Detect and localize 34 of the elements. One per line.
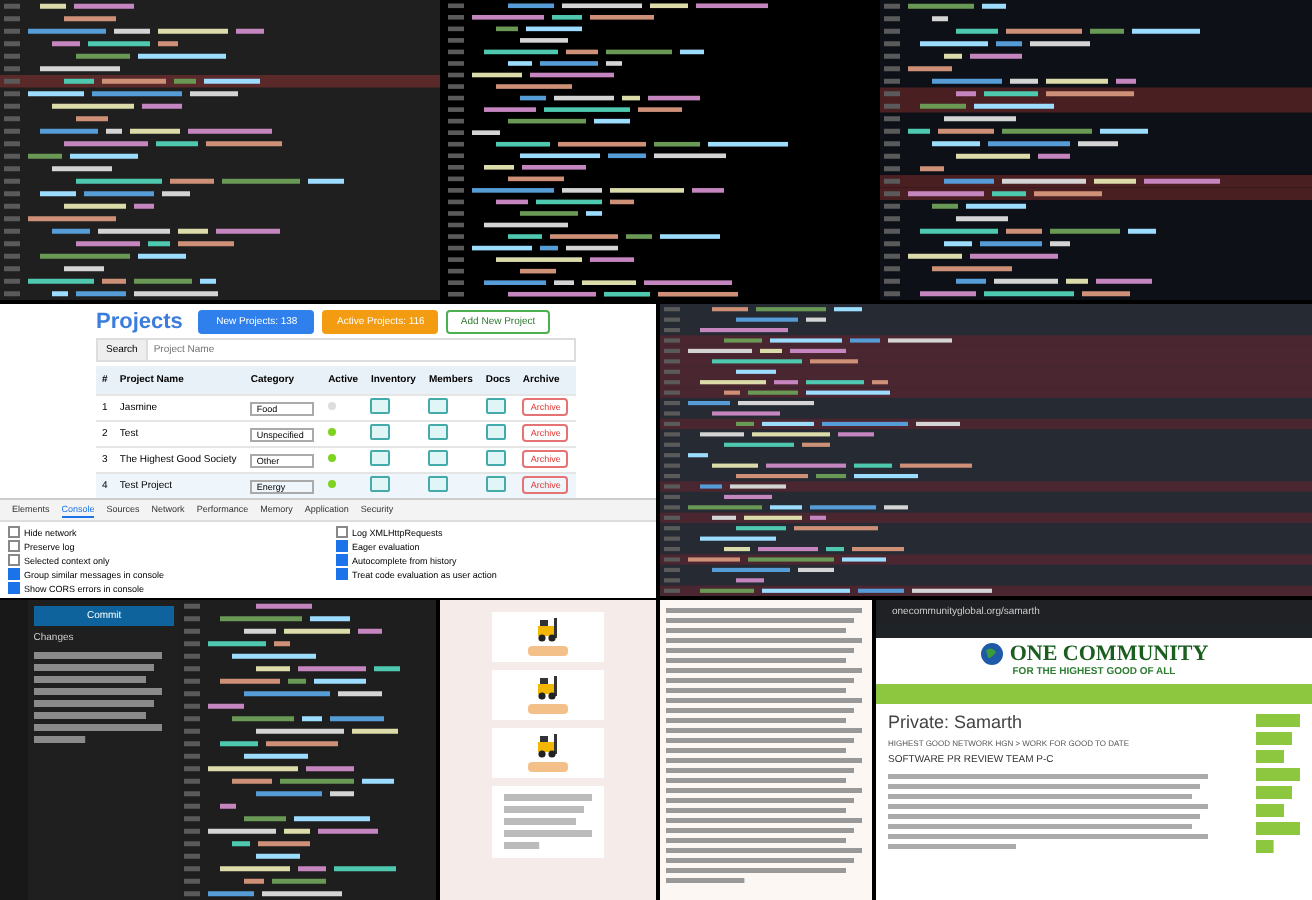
- site-logo: ONE COMMUNITY: [1009, 642, 1209, 666]
- action-button[interactable]: [528, 646, 568, 656]
- action-button[interactable]: [528, 704, 568, 714]
- forklift-icon: [534, 618, 562, 642]
- file-list-drawing: [33, 650, 162, 746]
- sidebar-links-drawing: [1256, 712, 1300, 856]
- forklift-icon: [534, 676, 562, 700]
- checkbox[interactable]: [8, 540, 20, 552]
- members-icon[interactable]: [428, 476, 449, 492]
- members-icon[interactable]: [428, 424, 449, 440]
- checkbox[interactable]: [336, 540, 348, 552]
- inventory-icon[interactable]: [370, 476, 391, 492]
- forklift-icon: [534, 734, 562, 758]
- docs-icon[interactable]: [485, 424, 506, 440]
- action-button[interactable]: [528, 762, 568, 772]
- form-text-drawing: [504, 792, 592, 852]
- members-icon[interactable]: [428, 450, 449, 466]
- members-icon[interactable]: [428, 398, 449, 414]
- checkbox[interactable]: [8, 554, 20, 566]
- checkbox[interactable]: [8, 568, 20, 580]
- checkbox[interactable]: [336, 554, 348, 566]
- checkbox[interactable]: [8, 526, 20, 538]
- docs-icon[interactable]: [485, 398, 506, 414]
- checkbox[interactable]: [336, 526, 348, 538]
- inventory-icon[interactable]: [370, 424, 391, 440]
- globe-icon: [979, 642, 1004, 666]
- inventory-icon[interactable]: [370, 398, 391, 414]
- checkbox[interactable]: [8, 582, 20, 594]
- page-title: Projects: [96, 310, 183, 334]
- docs-icon[interactable]: [485, 450, 506, 466]
- inventory-icon[interactable]: [370, 450, 391, 466]
- docs-icon[interactable]: [485, 476, 506, 492]
- checkbox[interactable]: [336, 568, 348, 580]
- page-heading: Private: Samarth: [888, 712, 1025, 732]
